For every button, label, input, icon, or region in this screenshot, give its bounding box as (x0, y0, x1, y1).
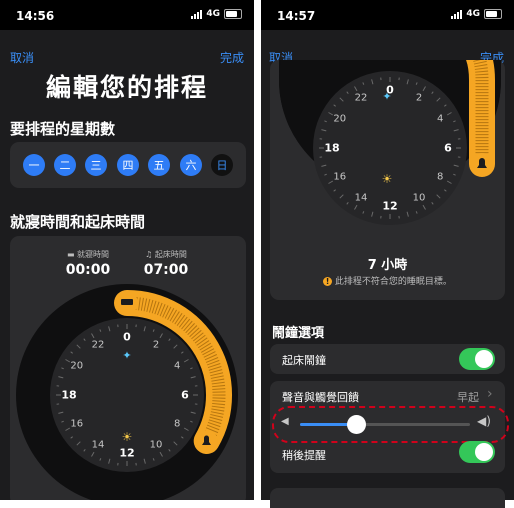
warning-icon: ! (323, 277, 332, 286)
left-screen: 14:56 4G 取消 完成 編輯您的排程 要排程的星期數 一 二 三 四 五 … (0, 0, 254, 500)
left-clock-hour-14: 14 (92, 440, 105, 451)
wake-alarm-toggle[interactable] (459, 348, 495, 370)
alarm-options-header: 鬧鐘選項 (272, 322, 324, 341)
right-clock-hour-22: 22 (355, 92, 368, 103)
snooze-toggle[interactable] (459, 441, 495, 463)
left-clock-hour-8: 8 (174, 419, 180, 430)
left-clock-hour-0: 0 (123, 331, 131, 344)
right-clock-hour-16: 16 (333, 172, 346, 183)
left-clock-hour-10: 10 (150, 440, 163, 451)
volume-slider-thumb[interactable] (347, 415, 366, 434)
sleep-dial[interactable]: ✦ ☀ (0, 0, 254, 500)
left-clock-hour-16: 16 (70, 419, 83, 430)
wake-alarm-label: 起床鬧鐘 (282, 352, 326, 368)
status-bar: 14:57 4G (261, 0, 514, 30)
volume-high-icon: ◀) (477, 414, 491, 428)
left-clock-hour-2: 2 (153, 339, 159, 350)
right-clock-hour-2: 2 (416, 92, 422, 103)
volume-low-icon: ◀ (281, 416, 289, 427)
goal-warning: ! 此排程不符合您的睡眠目標。 (270, 274, 505, 287)
left-clock-hour-20: 20 (70, 361, 83, 372)
left-clock-hour-12: 12 (119, 447, 134, 460)
sound-haptics-label[interactable]: 聲音與觸覺回饋 (282, 389, 359, 405)
right-clock-hour-8: 8 (437, 172, 443, 183)
right-clock-hour-20: 20 (333, 114, 346, 125)
volume-slider[interactable] (300, 423, 470, 426)
left-clock-hour-18: 18 (61, 389, 76, 402)
bed-icon (121, 299, 133, 305)
network-label: 4G (466, 9, 480, 19)
snooze-label: 稍後提醒 (282, 447, 326, 463)
battery-icon (484, 9, 502, 19)
right-clock-hour-14: 14 (355, 193, 368, 204)
sound-value[interactable]: 早起 (457, 389, 479, 405)
wake-alarm-row: 起床鬧鐘 (270, 344, 505, 374)
sun-icon: ☀ (382, 172, 393, 186)
sun-icon: ☀ (122, 430, 133, 444)
duration-label: 7 小時 (270, 254, 505, 273)
signal-icon (451, 10, 462, 19)
right-clock-hour-0: 0 (386, 84, 394, 97)
right-clock-hour-12: 12 (382, 200, 397, 213)
status-time: 14:57 (277, 9, 315, 23)
right-clock-hour-18: 18 (324, 142, 339, 155)
left-clock-hour-22: 22 (92, 339, 105, 350)
chevron-right-icon: › (487, 386, 493, 402)
right-clock-hour-4: 4 (437, 114, 443, 125)
next-card (270, 488, 505, 508)
goal-warning-text: 此排程不符合您的睡眠目標。 (335, 277, 452, 287)
left-clock-hour-4: 4 (174, 361, 180, 372)
sparkle-icon: ✦ (122, 349, 131, 362)
right-clock-hour-10: 10 (413, 193, 426, 204)
right-clock-hour-6: 6 (444, 142, 452, 155)
left-clock-hour-6: 6 (181, 389, 189, 402)
